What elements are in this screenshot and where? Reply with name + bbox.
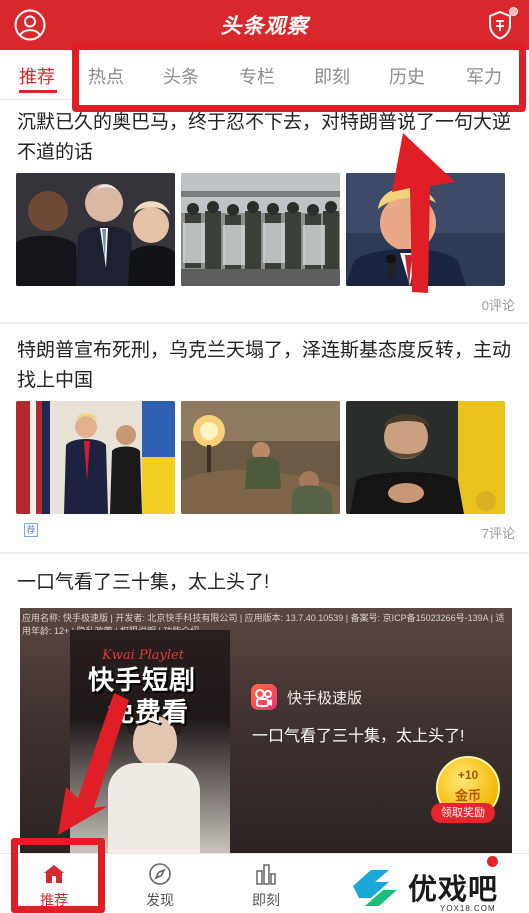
article-title[interactable]: 特朗普宣布死刑，乌克兰天塌了，泽连斯基态度反转，主动找上中国 bbox=[17, 336, 522, 396]
nav-item-discover[interactable]: 发现 bbox=[120, 854, 200, 913]
compass-icon bbox=[149, 863, 171, 885]
nav-item-instant[interactable]: 即刻 bbox=[226, 854, 306, 913]
recommended-tag: 荐 bbox=[24, 523, 38, 537]
coin-unit: 金币 bbox=[454, 788, 481, 803]
tab-hot[interactable]: 热点 bbox=[88, 63, 124, 89]
bars-icon bbox=[256, 864, 276, 885]
tab-column[interactable]: 专栏 bbox=[239, 63, 275, 89]
shield-icon[interactable] bbox=[487, 10, 513, 40]
article-thumbnail[interactable] bbox=[346, 173, 505, 286]
nav-label: 即刻 bbox=[252, 892, 280, 908]
divider bbox=[0, 322, 529, 324]
tab-history[interactable]: 历史 bbox=[389, 63, 425, 89]
comment-count: 0评论 bbox=[481, 298, 515, 313]
claim-reward-button[interactable]: 领取奖励 bbox=[431, 803, 495, 823]
watermark-domain: YOX18.COM bbox=[440, 904, 496, 913]
article-thumbnail[interactable] bbox=[181, 401, 340, 514]
notification-dot bbox=[509, 7, 518, 16]
tab-instant[interactable]: 即刻 bbox=[314, 63, 350, 89]
app-title: 头条观察 bbox=[220, 15, 309, 38]
coin-amount: +10 bbox=[457, 768, 479, 782]
watermark-logo bbox=[353, 870, 397, 906]
ad-app-name: 快手极速版 bbox=[287, 690, 363, 707]
tab-military[interactable]: 军力 bbox=[466, 63, 502, 89]
nav-label: 发现 bbox=[146, 892, 174, 908]
article-title[interactable]: 沉默已久的奥巴马，终于忍不下去，对特朗普说了一句大逆不道的话 bbox=[17, 108, 522, 168]
ad-person-body bbox=[108, 763, 200, 853]
kuaishou-app-icon bbox=[251, 684, 277, 710]
tab-highlight-box: 热点 头条 专栏 即刻 历史 军力 bbox=[72, 43, 526, 112]
ad-slogan: 一口气看了三十集，太上头了! bbox=[252, 728, 465, 745]
nav-highlight-box bbox=[11, 838, 105, 913]
tab-headline[interactable]: 头条 bbox=[163, 63, 199, 89]
article-thumbnail[interactable] bbox=[346, 401, 505, 514]
article-thumbnail[interactable] bbox=[16, 401, 175, 514]
article-thumbnail[interactable] bbox=[181, 173, 340, 286]
ad-title[interactable]: 一口气看了三十集，太上头了! bbox=[17, 568, 522, 598]
divider bbox=[0, 552, 529, 554]
tab-active-indicator bbox=[19, 90, 57, 93]
tab-recommend[interactable]: 推荐 bbox=[19, 63, 55, 89]
article-thumbnail[interactable] bbox=[16, 173, 175, 286]
ad-poster-title-2: 免费看 bbox=[108, 697, 190, 727]
comment-count: 7评论 bbox=[481, 526, 515, 541]
watermark-text: 优戏吧 bbox=[408, 874, 499, 906]
